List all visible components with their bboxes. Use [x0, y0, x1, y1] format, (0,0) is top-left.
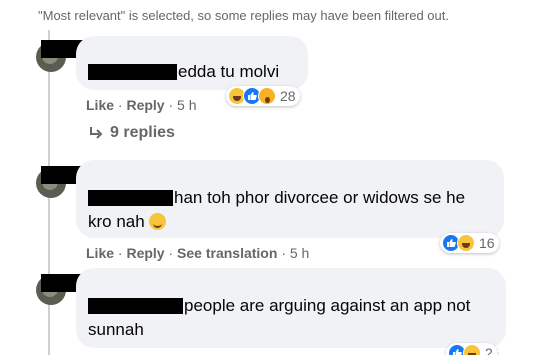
comment-text-line1: people are arguing against an app not — [184, 296, 471, 315]
wow-icon — [258, 87, 276, 105]
reaction-count: 2 — [485, 345, 493, 355]
comment-text-line1: han toh phor divorcee or widows se he — [174, 188, 466, 207]
separator: · — [168, 97, 178, 113]
smiley-icon — [148, 213, 166, 230]
comment-actions: Like · Reply · See translation · 5 h — [86, 245, 309, 261]
redacted-text — [88, 298, 183, 314]
reaction-summary[interactable]: 2 — [446, 343, 497, 355]
filter-notice: "Most relevant" is selected, so some rep… — [38, 8, 449, 23]
comment-text: edda tu molvi — [178, 62, 280, 81]
comment-actions: Like · Reply · 5 h — [86, 97, 197, 113]
timestamp[interactable]: 5 h — [177, 97, 196, 113]
view-replies-button[interactable]: 9 replies — [88, 124, 175, 142]
comment-text-line2: kro nah — [88, 210, 166, 233]
like-button[interactable]: Like — [86, 97, 114, 113]
comment-text-line2-label: kro nah — [88, 212, 145, 231]
see-translation-button[interactable]: See translation — [177, 245, 277, 261]
reply-button[interactable]: Reply — [126, 245, 164, 261]
separator: · — [281, 245, 290, 261]
redacted-text — [88, 64, 177, 80]
like-button[interactable]: Like — [86, 245, 114, 261]
redacted-text — [88, 190, 173, 206]
replies-label: 9 replies — [110, 124, 175, 141]
reaction-summary[interactable]: 16 — [440, 233, 499, 253]
reaction-summary[interactable]: 28 — [226, 86, 300, 106]
haha-icon — [457, 234, 475, 252]
timestamp[interactable]: 5 h — [290, 245, 309, 261]
reply-button[interactable]: Reply — [126, 97, 164, 113]
haha-icon — [463, 344, 481, 355]
reply-arrow-icon — [90, 127, 103, 139]
reaction-count: 28 — [280, 88, 296, 104]
comment-text-line2: sunnah — [88, 320, 144, 339]
separator: · — [168, 245, 178, 261]
reaction-count: 16 — [479, 235, 495, 251]
